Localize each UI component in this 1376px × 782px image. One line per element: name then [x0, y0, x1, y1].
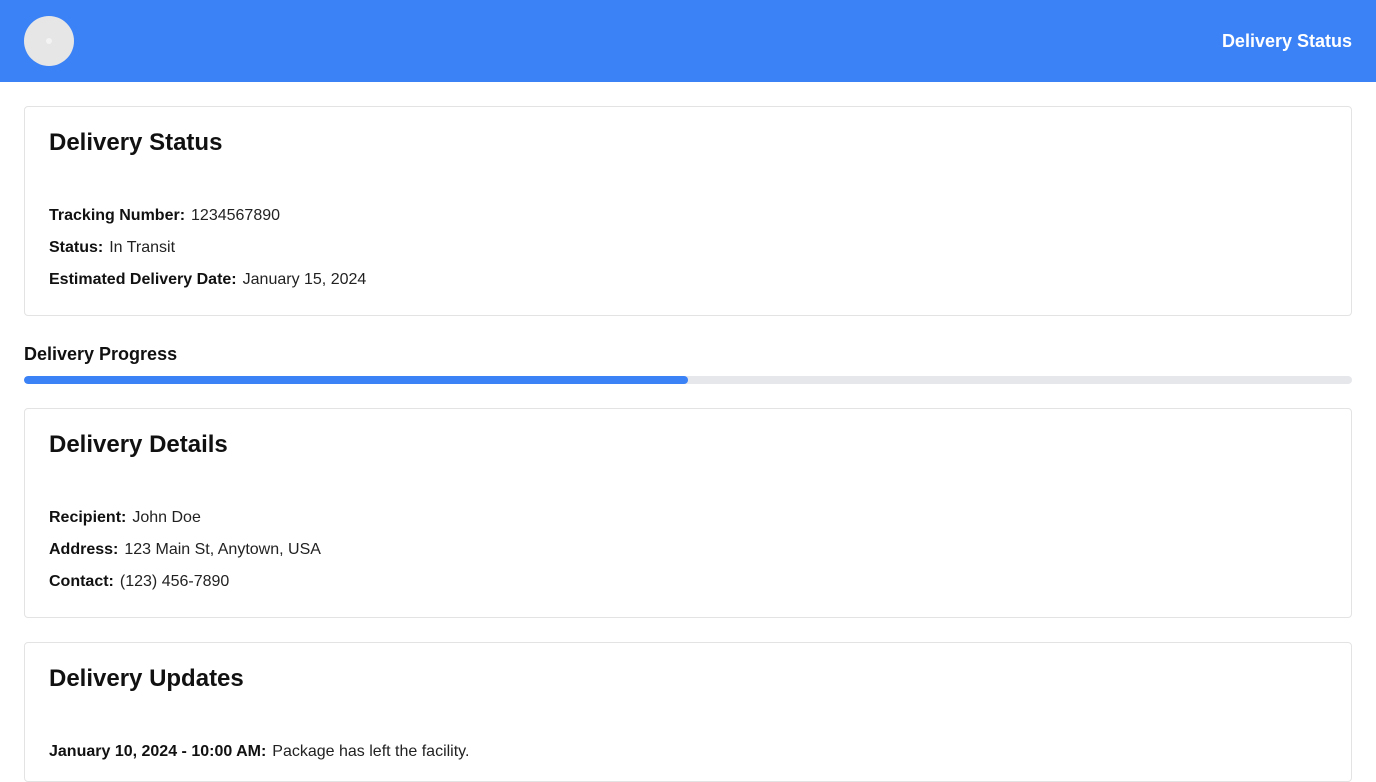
delivery-details-card: Delivery Details Recipient: John Doe Addr… — [24, 408, 1352, 618]
delivery-updates-card: Delivery Updates January 10, 2024 - 10:0… — [24, 642, 1352, 782]
delivery-progress-bar — [24, 376, 1352, 384]
status-row: Status: In Transit — [49, 238, 175, 258]
tracking-number-value: 1234567890 — [191, 207, 281, 224]
estimated-delivery-label: Estimated Delivery Date: — [49, 271, 237, 288]
recipient-value: John Doe — [132, 509, 201, 526]
recipient-label: Recipient: — [49, 509, 127, 526]
contact-value: (123) 456-7890 — [119, 573, 230, 590]
contact-label: Contact: — [49, 573, 114, 590]
address-value: 123 Main St, Anytown, USA — [124, 541, 321, 558]
tracking-number-row: Tracking Number: 1234567890 — [49, 206, 280, 226]
update-list-item: January 10, 2024 - 10:00 AM: Package has … — [49, 742, 469, 762]
delivery-status-card: Delivery Status Tracking Number: 12345678… — [24, 106, 1352, 316]
estimated-delivery-row: Estimated Delivery Date: January 15, 2024 — [49, 270, 366, 290]
delivery-updates-heading: Delivery Updates — [49, 665, 244, 692]
avatar[interactable] — [24, 16, 74, 66]
header-title: Delivery Status — [1221, 31, 1352, 51]
contact-row: Contact: (123) 456-7890 — [49, 572, 229, 592]
top-header-bar: Delivery Status — [0, 0, 1376, 82]
avatar-icon — [46, 38, 52, 44]
address-label: Address: — [49, 541, 119, 558]
update-time: January 10, 2024 - 10:00 AM: — [49, 743, 267, 760]
status-value: In Transit — [109, 239, 176, 256]
estimated-delivery-value: January 15, 2024 — [242, 271, 367, 288]
delivery-details-heading: Delivery Details — [49, 431, 228, 458]
address-row: Address: 123 Main St, Anytown, USA — [49, 540, 321, 560]
tracking-number-label: Tracking Number: — [49, 207, 186, 224]
recipient-row: Recipient: John Doe — [49, 508, 201, 528]
status-label: Status: — [49, 239, 104, 256]
delivery-progress-fill — [24, 376, 688, 384]
delivery-progress-label: Delivery Progress — [24, 344, 178, 364]
delivery-status-heading: Delivery Status — [49, 129, 223, 156]
update-message: Package has left the facility. — [272, 743, 470, 760]
